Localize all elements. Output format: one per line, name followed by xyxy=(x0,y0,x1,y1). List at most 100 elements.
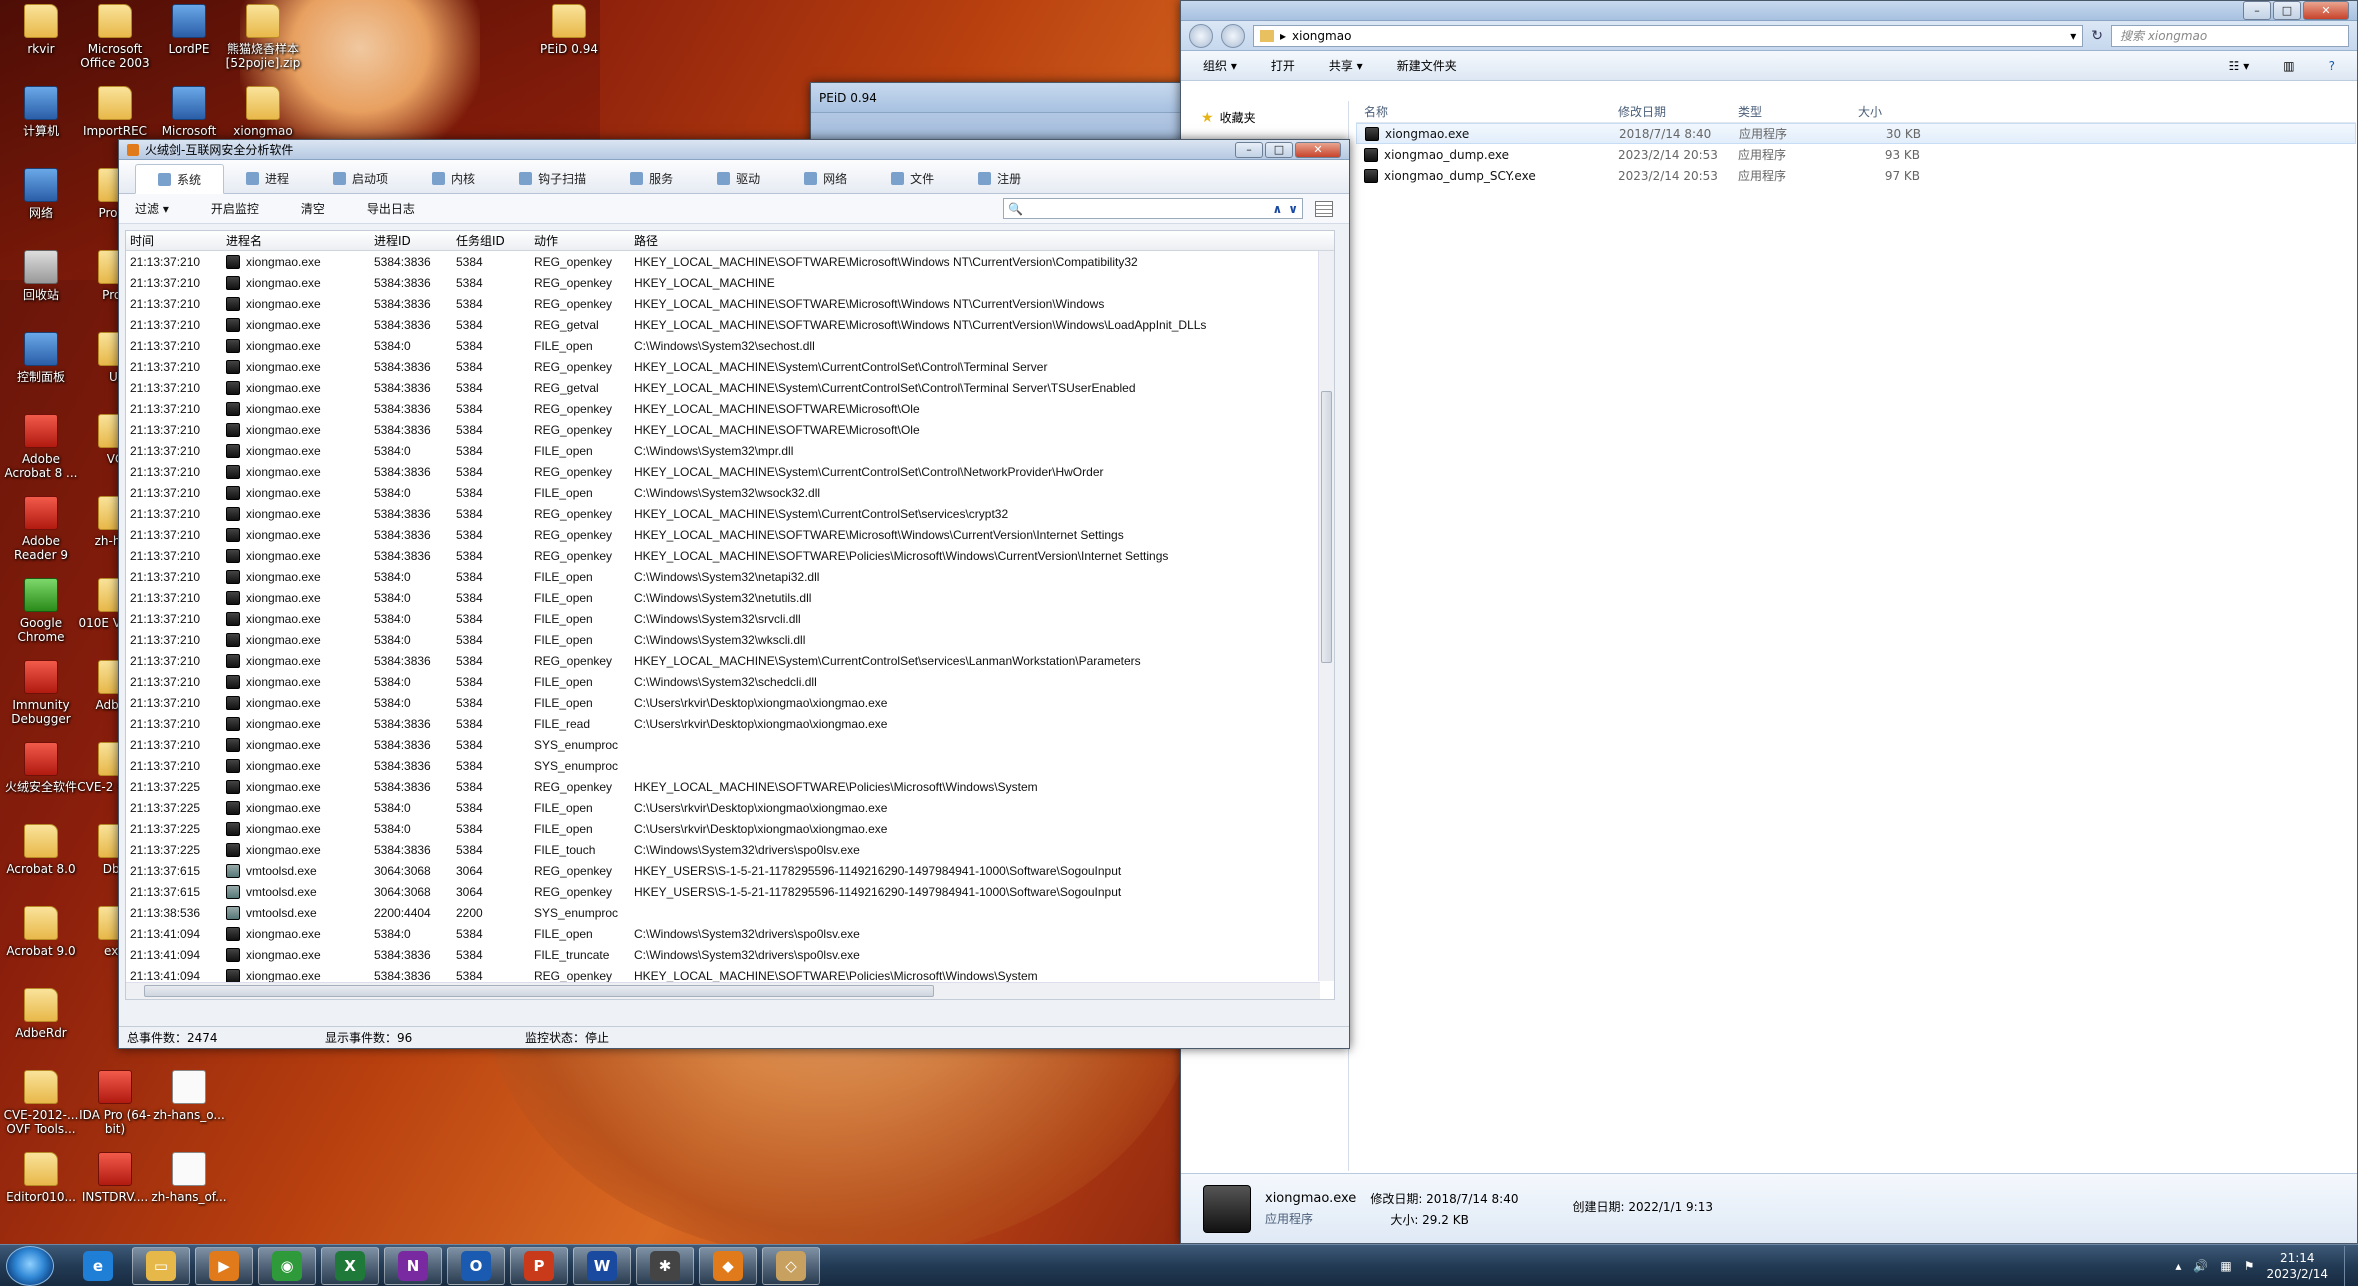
desktop-icon[interactable]: Acrobat 8.0 xyxy=(0,824,82,876)
show-desktop-button[interactable] xyxy=(2344,1245,2358,1286)
taskbar-media[interactable]: ▶ xyxy=(195,1246,253,1285)
close-button[interactable]: ✕ xyxy=(2303,1,2349,20)
taskbar-explorer[interactable]: ▭ xyxy=(132,1246,190,1285)
taskbar-powerpoint[interactable]: P xyxy=(510,1246,568,1285)
desktop-icon[interactable]: Acrobat 9.0 xyxy=(0,906,82,958)
table-row[interactable]: 21:13:37:210 xiongmao.exe 5384:3836 5384 SYS… xyxy=(126,755,1334,776)
clock[interactable]: 21:14 2023/2/14 xyxy=(2266,1250,2328,1282)
search-down-icon[interactable]: ∨ xyxy=(1288,202,1298,216)
volume-icon[interactable]: 🔊 xyxy=(2193,1259,2208,1273)
start-monitor-button[interactable]: 开启监控 xyxy=(211,200,259,217)
file-row[interactable]: xiongmao_dump_SCY.exe 2023/2/14 20:53 应用程序… xyxy=(1356,165,2356,186)
view-options-icon[interactable]: ☷ ▾ xyxy=(2229,59,2250,73)
new-folder-button[interactable]: 新建文件夹 xyxy=(1397,57,1457,74)
table-row[interactable]: 21:13:37:210 xiongmao.exe 5384:0 5384 FILE_o… xyxy=(126,566,1334,587)
vertical-scroll-thumb[interactable] xyxy=(1321,391,1332,663)
taskbar-huorong[interactable]: ◆ xyxy=(699,1246,757,1285)
table-row[interactable]: 21:13:37:210 xiongmao.exe 5384:3836 5384 REG… xyxy=(126,377,1334,398)
start-button[interactable] xyxy=(6,1245,54,1286)
file-row[interactable]: xiongmao_dump.exe 2023/2/14 20:53 应用程序 93 K… xyxy=(1356,144,2356,165)
address-dropdown-icon[interactable]: ▾ xyxy=(2070,29,2076,43)
desktop-icon[interactable]: 计算机 xyxy=(0,86,82,138)
taskbar-word[interactable]: W xyxy=(573,1246,631,1285)
hr-close-button[interactable]: ✕ xyxy=(1295,141,1341,158)
table-row[interactable]: 21:13:37:210 xiongmao.exe 5384:3836 5384 REG… xyxy=(126,398,1334,419)
table-row[interactable]: 21:13:37:210 xiongmao.exe 5384:3836 5384 REG… xyxy=(126,461,1334,482)
maximize-button[interactable]: □ xyxy=(2273,1,2301,20)
log-search-input[interactable]: 🔍 ∧ ∨ xyxy=(1003,198,1303,219)
preview-pane-icon[interactable]: ▥ xyxy=(2283,59,2294,73)
taskbar-outlook[interactable]: O xyxy=(447,1246,505,1285)
col-pid[interactable]: 进程ID xyxy=(374,232,456,249)
peid-titlebar[interactable]: PEiD 0.94 xyxy=(811,83,1229,113)
huorong-window[interactable]: 火绒剑-互联网安全分析软件 – □ ✕ 系统 进程 启动项 内核 钩子扫描 服务 驱动 网络 文… xyxy=(118,139,1350,1049)
desktop-icon[interactable]: INSTDRV.... xyxy=(74,1152,156,1204)
horizontal-scrollbar[interactable] xyxy=(126,982,1320,999)
col-name[interactable]: 名称 xyxy=(1356,103,1618,120)
table-row[interactable]: 21:13:37:210 xiongmao.exe 5384:3836 5384 SYS… xyxy=(126,734,1334,755)
table-row[interactable]: 21:13:41:094 xiongmao.exe 5384:3836 5384 FIL… xyxy=(126,944,1334,965)
desktop-icon[interactable]: 熊猫烧香样本[52pojie].zip xyxy=(222,4,304,70)
table-row[interactable]: 21:13:37:210 xiongmao.exe 5384:3836 5384 REG… xyxy=(126,272,1334,293)
table-row[interactable]: 21:13:37:225 xiongmao.exe 5384:3836 5384 REG… xyxy=(126,776,1334,797)
nav-favorites[interactable]: ★ 收藏夹 xyxy=(1181,101,1348,126)
desktop-icon[interactable]: IDA Pro (64-bit) xyxy=(74,1070,156,1136)
desktop-icon[interactable]: Adobe Reader 9 xyxy=(0,496,82,562)
desktop-icon[interactable]: 回收站 xyxy=(0,250,82,302)
table-row[interactable]: 21:13:37:210 xiongmao.exe 5384:0 5384 FILE_o… xyxy=(126,608,1334,629)
back-button[interactable] xyxy=(1189,23,1213,48)
help-icon[interactable]: ? xyxy=(2329,59,2335,73)
table-row[interactable]: 21:13:37:210 xiongmao.exe 5384:3836 5384 REG… xyxy=(126,419,1334,440)
taskbar-chrome[interactable]: ◉ xyxy=(258,1246,316,1285)
minimize-button[interactable]: – xyxy=(2243,1,2271,20)
table-row[interactable]: 21:13:37:210 xiongmao.exe 5384:0 5384 FILE_o… xyxy=(126,692,1334,713)
tab-6[interactable]: 驱动 xyxy=(695,163,782,193)
desktop-icon[interactable]: Microsoft Office 2003 xyxy=(74,4,156,70)
search-input[interactable]: 搜索 xiongmao xyxy=(2111,24,2349,47)
table-row[interactable]: 21:13:38:536 vmtoolsd.exe 2200:4404 2200 SYS… xyxy=(126,902,1334,923)
col-action[interactable]: 动作 xyxy=(534,232,634,249)
table-row[interactable]: 21:13:37:210 xiongmao.exe 5384:0 5384 FILE_o… xyxy=(126,671,1334,692)
tab-2[interactable]: 启动项 xyxy=(311,163,410,193)
col-type[interactable]: 类型 xyxy=(1738,103,1858,120)
tab-8[interactable]: 文件 xyxy=(869,163,956,193)
table-row[interactable]: 21:13:37:210 xiongmao.exe 5384:3836 5384 REG… xyxy=(126,650,1334,671)
open-button[interactable]: 打开 xyxy=(1271,57,1295,74)
desktop-icon[interactable]: zh-hans_of... xyxy=(148,1152,230,1204)
export-log-button[interactable]: 导出日志 xyxy=(367,200,415,217)
tab-9[interactable]: 注册 xyxy=(956,163,1043,193)
hr-minimize-button[interactable]: – xyxy=(1235,141,1263,158)
col-size[interactable]: 大小 xyxy=(1858,103,1928,120)
filter-button[interactable]: 过滤 ▾ xyxy=(135,200,169,217)
table-row[interactable]: 21:13:37:210 xiongmao.exe 5384:3836 5384 REG… xyxy=(126,356,1334,377)
col-task-group[interactable]: 任务组ID xyxy=(456,232,534,249)
search-up-icon[interactable]: ∧ xyxy=(1273,202,1283,216)
desktop-icon[interactable]: PEiD 0.94 xyxy=(528,4,610,56)
file-row[interactable]: xiongmao.exe 2018/7/14 8:40 应用程序 30 KB xyxy=(1356,123,2356,144)
share-button[interactable]: 共享 ▾ xyxy=(1329,57,1363,74)
desktop-icon[interactable]: Google Chrome xyxy=(0,578,82,644)
desktop-icon[interactable]: AdbeRdr xyxy=(0,988,82,1040)
explorer-titlebar[interactable]: – □ ✕ xyxy=(1181,1,2357,21)
tab-0[interactable]: 系统 xyxy=(135,164,225,194)
network-icon[interactable]: ▦ xyxy=(2220,1259,2231,1273)
tab-1[interactable]: 进程 xyxy=(224,163,311,193)
huorong-titlebar[interactable]: 火绒剑-互联网安全分析软件 – □ ✕ xyxy=(119,140,1349,160)
taskbar-bug[interactable]: ✱ xyxy=(636,1246,694,1285)
table-row[interactable]: 21:13:37:210 xiongmao.exe 5384:3836 5384 REG… xyxy=(126,293,1334,314)
table-row[interactable]: 21:13:37:210 xiongmao.exe 5384:3836 5384 REG… xyxy=(126,314,1334,335)
col-time[interactable]: 时间 xyxy=(126,232,226,249)
table-row[interactable]: 21:13:37:225 xiongmao.exe 5384:3836 5384 FIL… xyxy=(126,839,1334,860)
desktop-icon[interactable]: rkvir xyxy=(0,4,82,56)
desktop-icon[interactable]: Editor010... xyxy=(0,1152,82,1204)
table-row[interactable]: 21:13:37:210 xiongmao.exe 5384:3836 5384 REG… xyxy=(126,503,1334,524)
desktop-icon[interactable]: Microsoft xyxy=(148,86,230,138)
desktop-icon[interactable]: CVE-2012-... OVF Tools... xyxy=(0,1070,82,1136)
desktop-icon[interactable]: Immunity Debugger xyxy=(0,660,82,726)
clear-button[interactable]: 清空 xyxy=(301,200,325,217)
col-process[interactable]: 进程名 xyxy=(226,232,374,249)
desktop-icon[interactable]: 火绒安全软件 xyxy=(0,742,82,794)
col-date[interactable]: 修改日期 xyxy=(1618,103,1738,120)
column-settings-icon[interactable] xyxy=(1315,200,1333,217)
desktop-icon[interactable]: ImportREC xyxy=(74,86,156,138)
